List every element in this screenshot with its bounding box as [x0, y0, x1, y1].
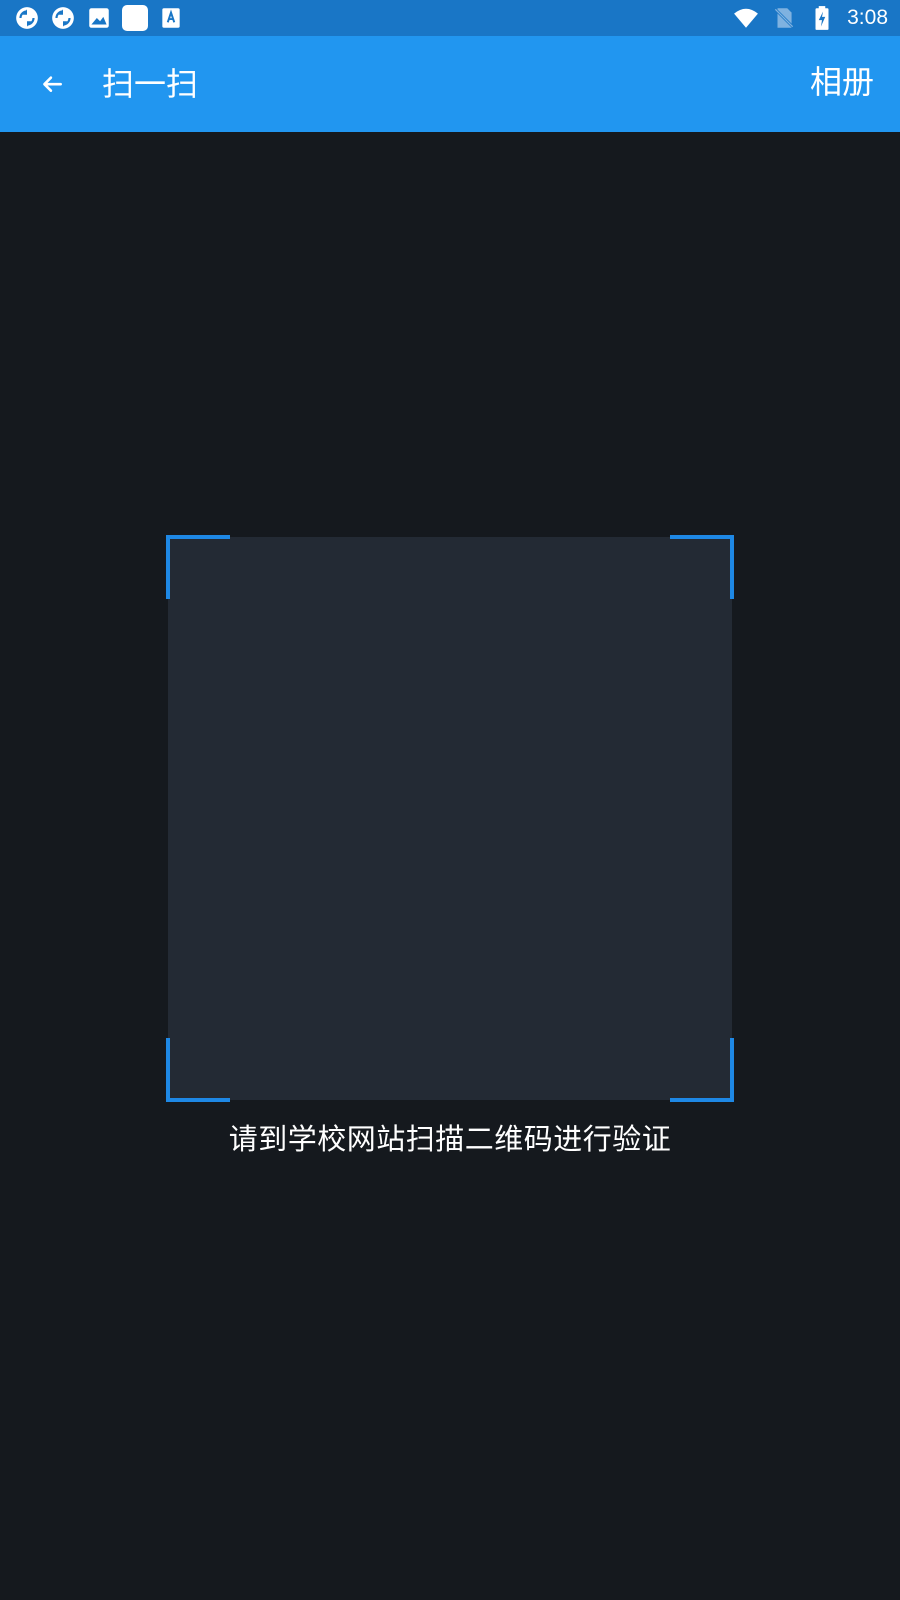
arrow-back-icon — [39, 69, 65, 99]
viewfinder-corner-top-right — [670, 535, 734, 599]
viewfinder-corner-bottom-left — [166, 1038, 230, 1102]
viewfinder-corner-top-left — [166, 535, 230, 599]
status-bar: 3:08 — [0, 0, 900, 36]
viewfinder-corner-bottom-right — [670, 1038, 734, 1102]
battery-charging-icon — [809, 5, 835, 31]
scan-viewfinder — [166, 535, 734, 1102]
sync-icon — [14, 5, 40, 31]
notification-icons — [14, 5, 184, 31]
album-button[interactable]: 相册 — [810, 60, 874, 104]
no-sim-icon — [771, 5, 797, 31]
app-bar: 扫一扫 相册 — [0, 36, 900, 132]
image-icon — [86, 5, 112, 31]
page-title: 扫一扫 — [102, 65, 199, 103]
sync-icon — [50, 5, 76, 31]
font-icon — [158, 5, 184, 31]
app-square-icon — [122, 5, 148, 31]
scanner-screen: 3:08 扫一扫 相册 请到学校网站扫描二维码进行验证 — [0, 0, 900, 1600]
wifi-icon — [733, 5, 759, 31]
status-time: 3:08 — [847, 6, 888, 29]
scan-hint: 请到学校网站扫描二维码进行验证 — [228, 1122, 672, 1156]
system-icons: 3:08 — [733, 5, 888, 31]
back-button[interactable] — [30, 62, 74, 106]
